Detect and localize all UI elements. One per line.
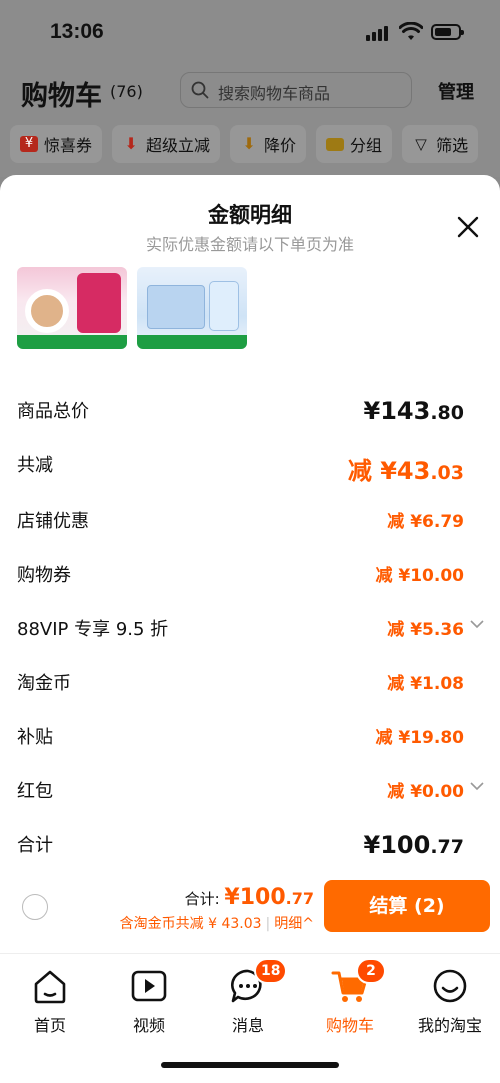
tab-label: 首页 — [33, 1016, 66, 1035]
row-shop-discount: 店铺优惠 减 ¥6.79 — [0, 507, 500, 537]
tab-video[interactable]: 视频 — [99, 966, 199, 1036]
filter-label: 降价 — [264, 136, 297, 155]
row-goods-total: 商品总价 ¥143.80 — [0, 397, 500, 427]
product-thumbnail[interactable] — [137, 267, 247, 349]
row-value: 减 ¥5.36 — [387, 620, 464, 640]
row-red-packet[interactable]: 红包 减 ¥0.00 — [0, 777, 500, 807]
tab-label: 消息 — [231, 1016, 264, 1035]
filter-chip-coupon[interactable]: ¥ 惊喜券 — [10, 125, 103, 163]
checkout-total: 合计: ¥100.77 — [185, 885, 314, 910]
filter-label: 惊喜券 — [44, 136, 93, 155]
product-thumbnail[interactable] — [17, 267, 127, 349]
filter-chip-filter[interactable]: ▽ 筛选 — [402, 125, 479, 163]
total-amount: ¥100.77 — [224, 885, 314, 910]
row-88vip[interactable]: 88VIP 专享 9.5 折 减 ¥5.36 — [0, 615, 500, 645]
filter-chip-super-discount[interactable]: ⬇ 超级立减 — [112, 125, 221, 163]
coupon-icon: ¥ — [20, 136, 38, 152]
search-placeholder: 搜索购物车商品 — [218, 84, 331, 103]
checkout-button[interactable]: 结算 (2) — [324, 880, 490, 932]
detail-toggle-link[interactable]: 明细^ — [274, 916, 314, 932]
battery-icon — [431, 24, 464, 40]
status-time: 13:06 — [50, 20, 104, 43]
row-shopping-coupon: 购物券 减 ¥10.00 — [0, 561, 500, 591]
tab-label: 视频 — [132, 1016, 165, 1035]
row-value: ¥143.80 — [363, 397, 464, 425]
checkout-bar: 合计: ¥100.77 含淘金币共减 ¥ 43.03 | 明细^ 结算 (2) — [0, 873, 500, 953]
total-label: 合计: — [184, 890, 220, 908]
folder-icon — [326, 137, 345, 151]
signal-icon — [366, 25, 392, 41]
row-value: 减 ¥19.80 — [375, 728, 464, 748]
row-label: 88VIP 专享 9.5 折 — [17, 619, 169, 640]
row-label: 补贴 — [17, 727, 53, 748]
row-total-discount: 共减 减 ¥43.03 — [0, 451, 500, 485]
select-all-checkbox[interactable] — [22, 894, 48, 920]
cart-count: (76) — [110, 82, 143, 101]
wifi-icon — [399, 22, 423, 40]
row-value: 减 ¥0.00 — [387, 782, 464, 802]
tab-label: 我的淘宝 — [417, 1016, 482, 1035]
video-icon — [131, 970, 167, 1002]
filter-label: 分组 — [350, 136, 383, 155]
row-label: 红包 — [17, 781, 53, 802]
search-input[interactable]: 搜索购物车商品 — [180, 72, 412, 108]
page-title: 购物车 — [21, 81, 102, 112]
manage-button[interactable]: 管理 — [438, 78, 474, 104]
profile-icon — [433, 969, 467, 1003]
row-value: ¥100.77 — [363, 831, 464, 859]
filter-icon: ▽ — [415, 135, 427, 153]
row-label: 购物券 — [17, 565, 71, 586]
amount-detail-sheet: 金额明细 实际优惠金额请以下单页为准 商品总价 ¥143.80 共减 减 ¥43… — [0, 175, 500, 953]
down-arrow-icon: ⬇ — [124, 134, 138, 153]
filter-label: 超级立减 — [146, 136, 211, 155]
sheet-title: 金额明细 — [208, 203, 292, 227]
row-value: 减 ¥43.03 — [347, 457, 464, 485]
savings-line: 含淘金币共减 ¥ 43.03 | 明细^ — [119, 916, 314, 932]
row-label: 店铺优惠 — [17, 511, 89, 532]
row-value: 减 ¥10.00 — [375, 566, 464, 586]
row-value: 减 ¥6.79 — [387, 512, 464, 532]
filter-chip-price-drop[interactable]: ⬇ 降价 — [230, 125, 307, 163]
row-grand-total: 合计 ¥100.77 — [0, 831, 500, 861]
search-icon — [191, 81, 209, 99]
filter-label: 筛选 — [436, 136, 469, 155]
row-taojinbi: 淘金币 减 ¥1.08 — [0, 669, 500, 699]
chevron-down-icon[interactable] — [470, 619, 484, 629]
tab-messages[interactable]: 18 消息 — [198, 958, 298, 1036]
tab-home[interactable]: 首页 — [0, 966, 100, 1036]
status-bar: 13:06 — [0, 0, 500, 62]
tab-label: 购物车 — [325, 1016, 374, 1035]
cart-badge: 2 — [356, 958, 386, 984]
row-label: 淘金币 — [17, 673, 71, 694]
filter-chip-group[interactable]: 分组 — [316, 125, 393, 163]
sheet-subtitle: 实际优惠金额请以下单页为准 — [145, 235, 354, 254]
row-label: 合计 — [17, 835, 53, 856]
cart-header: 购物车 (76) 搜索购物车商品 管理 ¥ 惊喜券 ⬇ 超级立减 ⬇ 降价 分组… — [0, 62, 500, 177]
price-drop-icon: ⬇ — [242, 134, 256, 153]
tab-cart[interactable]: 2 购物车 — [300, 958, 400, 1036]
row-label: 共减 — [17, 455, 53, 476]
home-icon — [34, 970, 66, 1004]
row-label: 商品总价 — [17, 401, 89, 422]
row-value: 减 ¥1.08 — [387, 674, 464, 694]
chevron-down-icon[interactable] — [470, 781, 484, 791]
savings-text: 含淘金币共减 ¥ 43.03 — [119, 916, 262, 932]
row-subsidy: 补贴 减 ¥19.80 — [0, 723, 500, 753]
tab-my-taobao[interactable]: 我的淘宝 — [400, 966, 500, 1036]
close-icon[interactable] — [456, 215, 480, 239]
home-indicator[interactable] — [161, 1062, 339, 1068]
message-badge: 18 — [254, 958, 288, 984]
filter-bar: ¥ 惊喜券 ⬇ 超级立减 ⬇ 降价 分组 ▽ 筛选 — [10, 125, 500, 163]
